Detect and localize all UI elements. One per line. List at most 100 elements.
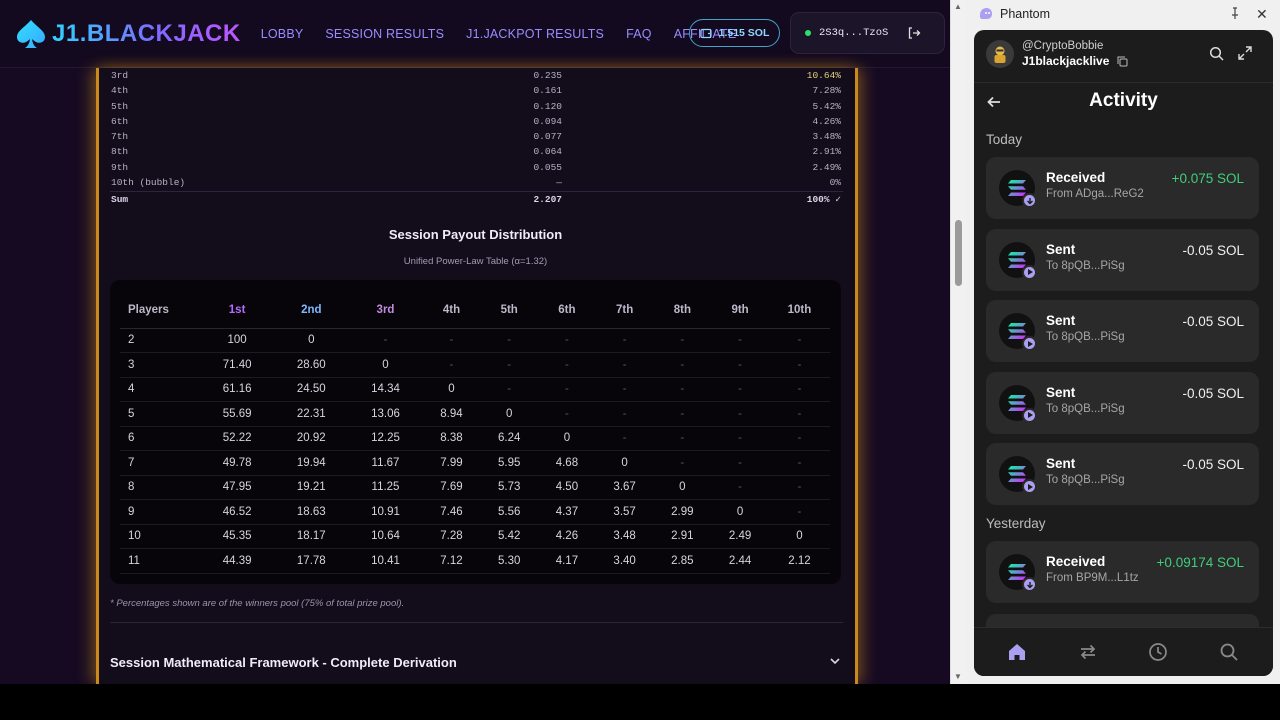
search-icon[interactable] — [1209, 46, 1224, 61]
table-cell: - — [653, 450, 712, 476]
explore-search-icon[interactable] — [1219, 642, 1239, 662]
payout-table-card: Players 1st 2nd 3rd 4th 5th 6th 7th 8th 9th 10th 2… — [110, 280, 841, 584]
wallet-connection[interactable]: 2S3q...TzoS — [790, 12, 945, 54]
table-cell: - — [711, 426, 769, 451]
nav-jackpot-results[interactable]: J1.JACKPOT RESULTS — [466, 27, 604, 41]
table-cell: - — [768, 401, 830, 427]
rank-place: 8th — [111, 146, 129, 158]
table-cell: 18.17 — [274, 524, 349, 549]
table-cell: 0 — [348, 352, 423, 378]
activity-item[interactable]: Sent To 8pQB...PiSg -0.05 SOL — [986, 371, 1259, 434]
table-cell: 3.57 — [595, 499, 654, 525]
column-header: 8th — [653, 292, 712, 329]
page-scrollbar[interactable] — [950, 0, 966, 684]
account-name[interactable]: J1blackjacklive — [1022, 54, 1109, 68]
logo[interactable]: J1.BLACKJACK — [14, 17, 241, 51]
table-cell: - — [595, 426, 654, 451]
wallet-address: 2S3q...TzoS — [819, 27, 889, 39]
rank-row: 6th 0.094 4.26% — [110, 114, 843, 129]
rank-weight: 0.055 — [533, 161, 562, 173]
chevron-down-icon[interactable] — [829, 655, 841, 670]
close-icon[interactable]: ✕ — [1256, 6, 1268, 23]
table-cell: 2.85 — [653, 548, 712, 574]
rank-place: 3rd — [111, 70, 129, 81]
connected-status-dot — [805, 30, 811, 36]
activity-item[interactable]: Sent To 8pQB...PiSg -0.05 SOL — [986, 228, 1259, 291]
rank-weight: 0.235 — [533, 70, 562, 81]
activity-label: Sent — [1046, 241, 1076, 257]
scroll-up-arrow-icon[interactable]: ▲ — [954, 2, 962, 11]
top-navbar: J1.BLACKJACK LOBBY SESSION RESULTS J1.JA… — [0, 0, 950, 68]
activity-item[interactable]: Sent To 8pQB...PiSg -0.05 SOL — [986, 443, 1259, 506]
nav-faq[interactable]: FAQ — [626, 27, 652, 41]
table-cell: 4.50 — [538, 475, 596, 500]
logout-icon[interactable] — [907, 26, 921, 40]
balance-button[interactable]: 1.515 SOL — [689, 19, 780, 47]
activity-item[interactable]: Sent To 8pQB...PiSg -0.05 SOL — [986, 300, 1259, 363]
swap-icon[interactable] — [1078, 642, 1098, 662]
table-cell: 4.17 — [538, 548, 596, 574]
table-cell: 6.24 — [480, 426, 539, 451]
table-cell: 0 — [711, 499, 769, 525]
table-cell: - — [768, 352, 830, 378]
table-cell: 20.92 — [274, 426, 349, 451]
nav-lobby[interactable]: LOBBY — [261, 27, 304, 41]
nav-session-results[interactable]: SESSION RESULTS — [325, 27, 444, 41]
table-cell: 0 — [480, 401, 539, 427]
table-row: 4 61.16 24.50 14.34 0- - - - - - — [120, 377, 830, 402]
activity-label: Received — [1046, 170, 1106, 185]
scrollbar-thumb[interactable] — [955, 220, 962, 286]
arrow-down-icon — [1026, 581, 1033, 588]
table-cell: 0 — [595, 450, 654, 476]
table-cell: - — [538, 352, 596, 378]
copy-icon[interactable] — [1117, 56, 1128, 67]
activity-item[interactable]: Received From BP9M...L1tz +0.09174 SOL — [986, 541, 1259, 603]
rank-row: 10th (bubble) — 0% — [110, 175, 843, 190]
activity-item[interactable]: Received From ADga...ReG2 +0.075 SOL — [986, 157, 1259, 219]
activity-counterparty: To 8pQB...PiSg — [1046, 331, 1125, 344]
table-cell: - — [653, 328, 712, 353]
framework-accordion[interactable]: Session Mathematical Framework - Complet… — [110, 655, 843, 670]
table-row: 8 47.95 19.21 11.25 7.69 5.73 4.50 3.67 0- - — [120, 475, 830, 500]
sum-weight: 2.207 — [533, 194, 562, 206]
table-cell: - — [653, 377, 712, 402]
history-icon[interactable] — [1148, 642, 1168, 662]
rank-percentage: 10.64% — [806, 70, 841, 81]
table-cell: - — [538, 328, 596, 353]
table-cell: 12.25 — [348, 426, 423, 451]
table-row: 9 46.52 18.63 10.91 7.46 5.56 4.37 3.57 2.99 0- — [120, 499, 830, 525]
balance-value: 1.515 SOL — [718, 27, 770, 39]
distribution-title: Session Payout Distribution — [388, 227, 563, 242]
table-row: 3 71.40 28.60 0- - - - - - - — [120, 352, 830, 378]
table-cell: - — [768, 328, 830, 353]
home-icon[interactable] — [1007, 642, 1027, 662]
activity-label: Received — [1046, 554, 1106, 569]
header-divider — [974, 82, 1273, 83]
table-cell: - — [480, 377, 539, 402]
column-header: 3rd — [348, 292, 423, 329]
table-cell: 14.34 — [348, 377, 423, 402]
avatar[interactable] — [986, 40, 1014, 68]
activity-section-label: Yesterday — [986, 516, 1046, 531]
scroll-down-arrow-icon[interactable]: ▼ — [954, 672, 962, 681]
table-cell: 7.46 — [422, 499, 481, 525]
activity-label: Sent — [1046, 384, 1076, 400]
table-cell: 4.37 — [538, 499, 596, 525]
table-cell: - — [595, 377, 654, 402]
table-cell: - — [480, 352, 539, 378]
table-cell: - — [711, 377, 769, 402]
table-cell: 5 — [120, 401, 200, 427]
column-header: 9th — [711, 292, 769, 329]
rank-place: 10th (bubble) — [111, 177, 186, 189]
taskbar-strip — [0, 684, 1280, 720]
rank-percentage: 2.91% — [812, 146, 841, 158]
rank-weight-table: 3rd 0.235 10.64% 4th 0.161 7.28% 5th 0.120 5.42%… — [110, 68, 843, 207]
pin-icon[interactable] — [1228, 6, 1242, 20]
activity-amount: +0.09174 SOL — [1156, 555, 1244, 570]
table-cell: 55.69 — [200, 401, 275, 427]
table-cell: 2.12 — [768, 548, 830, 574]
expand-icon[interactable] — [1238, 46, 1252, 60]
table-cell: - — [711, 328, 769, 353]
activity-label: Sent — [1046, 456, 1076, 472]
phantom-titlebar: Phantom ✕ — [966, 0, 1280, 28]
